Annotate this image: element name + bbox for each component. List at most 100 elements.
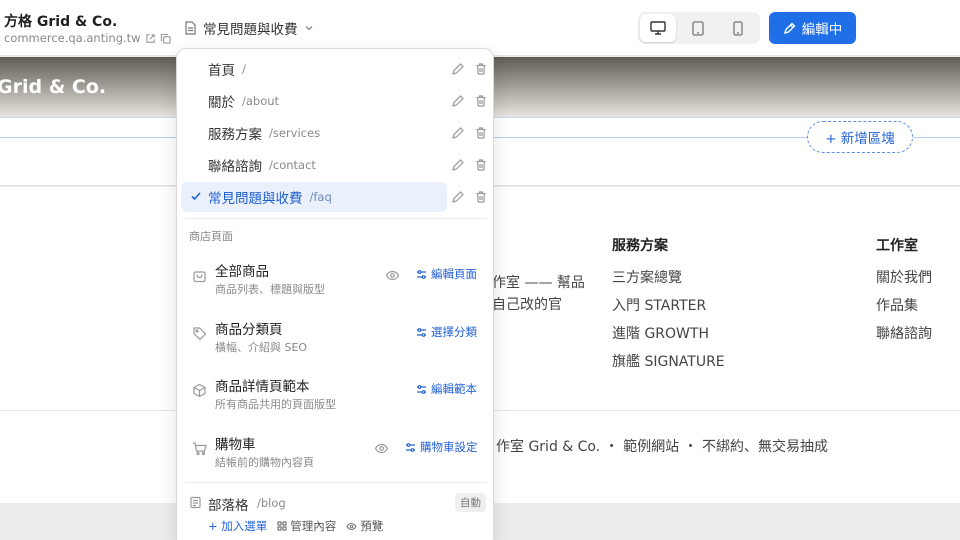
device-switcher <box>638 12 760 44</box>
footer-link-about[interactable]: 關於我們 <box>876 267 932 287</box>
add-block-button[interactable]: + 新增區塊 <box>807 121 913 153</box>
editing-label[interactable]: 編輯中 <box>802 18 843 38</box>
shop-item-subtitle: 結帳前的購物內容頁 <box>215 456 314 469</box>
desktop-icon <box>650 21 666 35</box>
menu-page-services[interactable]: 服務方案 /services <box>181 118 447 148</box>
tag-icon <box>192 326 207 341</box>
current-page-label[interactable]: 常見問題與收費 <box>203 18 298 38</box>
site-url-text[interactable]: commerce.qa.anting.tw <box>4 31 141 45</box>
menu-page-about[interactable]: 關於 /about <box>181 86 447 116</box>
shop-section-label: 商店頁面 <box>189 230 233 243</box>
eye-icon <box>346 522 357 530</box>
tablet-view-button[interactable] <box>680 14 716 42</box>
sliders-icon <box>417 269 426 279</box>
blog-slug: /blog <box>257 496 286 510</box>
footer-studio-title: 工作室 <box>876 238 918 254</box>
footer-link-portfolio[interactable]: 作品集 <box>876 295 918 315</box>
shopping-bag-icon <box>192 268 207 283</box>
menu-page-slug: /about <box>242 94 280 108</box>
edit-page-pencil-icon[interactable] <box>451 94 465 108</box>
blog-list-icon <box>189 496 202 509</box>
check-icon <box>190 190 202 202</box>
delete-page-trash-icon[interactable] <box>474 126 488 140</box>
menu-divider <box>185 218 487 219</box>
footer-link-contact[interactable]: 聯絡諮詢 <box>876 323 932 343</box>
copy-icon[interactable] <box>160 33 171 44</box>
shop-item-link-label[interactable]: 購物車設定 <box>420 439 478 455</box>
sliders-icon <box>406 442 415 452</box>
delete-page-trash-icon[interactable] <box>474 190 488 204</box>
edit-page-pencil-icon[interactable] <box>451 158 465 172</box>
menu-page-slug: /contact <box>269 158 316 172</box>
preview-label[interactable]: 預覽 <box>360 518 383 534</box>
shop-item-title: 購物車 <box>215 437 256 453</box>
blog-actions: + 加入選單 管理內容 預覽 <box>208 518 383 534</box>
grid-icon <box>277 521 287 531</box>
shop-item-link-label[interactable]: 選擇分類 <box>431 324 477 340</box>
cart-settings-link[interactable]: 購物車設定 <box>405 439 478 455</box>
delete-page-trash-icon[interactable] <box>474 62 488 76</box>
menu-page-faq[interactable]: 常見問題與收費 /faq <box>181 182 447 212</box>
editing-button[interactable]: 編輯中 <box>769 12 856 44</box>
shop-item-cart[interactable]: 購物車 結帳前的購物內容頁 購物車設定 <box>189 431 489 475</box>
page-picker[interactable]: 常見問題與收費 <box>184 18 314 38</box>
menu-page-slug: /faq <box>309 190 332 204</box>
cart-icon <box>192 441 207 456</box>
shop-item-title: 全部商品 <box>215 264 269 280</box>
manage-content-label[interactable]: 管理內容 <box>290 518 336 534</box>
shop-item-title: 商品詳情頁範本 <box>215 379 310 395</box>
select-category-link[interactable]: 選擇分類 <box>416 324 477 340</box>
delete-page-trash-icon[interactable] <box>474 94 488 108</box>
shop-item-subtitle: 橫幅、介紹與 SEO <box>215 341 308 354</box>
footer-link-overview[interactable]: 三方案總覽 <box>612 267 682 287</box>
site-url[interactable]: commerce.qa.anting.tw <box>4 31 171 45</box>
footer-desc-line2: 自己改的官 <box>492 297 562 313</box>
menu-page-label: 聯絡諮詢 <box>208 159 262 175</box>
edit-page-pencil-icon[interactable] <box>451 62 465 76</box>
add-to-menu-link[interactable]: + 加入選單 <box>208 518 267 534</box>
sliders-icon <box>417 327 426 337</box>
menu-page-contact[interactable]: 聯絡諮詢 /contact <box>181 150 447 180</box>
shop-item-subtitle: 所有商品共用的頁面版型 <box>215 398 336 411</box>
external-link-icon[interactable] <box>145 33 156 44</box>
eye-icon[interactable] <box>385 268 400 283</box>
page-icon <box>184 21 197 35</box>
eye-icon[interactable] <box>374 441 389 456</box>
menu-page-label: 服務方案 <box>208 127 262 143</box>
shop-item-all-products[interactable]: 全部商品 商品列表、標題與版型 編輯頁面 <box>189 258 489 302</box>
menu-page-label: 首頁 <box>208 63 235 79</box>
footer-link-starter[interactable]: 入門 STARTER <box>612 295 706 315</box>
tablet-icon <box>692 20 704 36</box>
blog-title: 部落格 <box>208 498 249 514</box>
footer-services-title: 服務方案 <box>612 238 668 254</box>
edit-page-pencil-icon[interactable] <box>451 126 465 140</box>
footer-link-signature[interactable]: 旗艦 SIGNATURE <box>612 351 725 371</box>
shop-item-link-label[interactable]: 編輯頁面 <box>431 266 477 282</box>
menu-page-label: 常見問題與收費 <box>208 191 303 207</box>
shop-item-title: 商品分類頁 <box>215 322 283 338</box>
shop-item-subtitle: 商品列表、標題與版型 <box>215 283 325 296</box>
package-icon <box>192 383 207 398</box>
desktop-view-button[interactable] <box>640 14 676 42</box>
menu-page-home[interactable]: 首頁 / <box>181 54 447 84</box>
blog-row[interactable]: 部落格 /blog 自動 + 加入選單 管理內容 預覽 <box>189 491 489 540</box>
manage-content-link[interactable]: 管理內容 <box>277 518 336 534</box>
edit-page-link[interactable]: 編輯頁面 <box>416 266 477 282</box>
shop-item-category[interactable]: 商品分類頁 橫幅、介紹與 SEO 選擇分類 <box>189 316 489 360</box>
edit-page-pencil-icon[interactable] <box>451 190 465 204</box>
footer-description: 作室 —— 幫品 自己改的官 <box>492 272 585 316</box>
sliders-icon <box>417 384 426 394</box>
preview-link[interactable]: 預覽 <box>346 518 383 534</box>
shop-item-link-label[interactable]: 編輯範本 <box>431 381 477 397</box>
delete-page-trash-icon[interactable] <box>474 158 488 172</box>
footer-copyright: 作室 Grid & Co. ・ 範例網站 ・ 不綁約、無交易抽成 <box>496 439 828 455</box>
footer-link-growth[interactable]: 進階 GROWTH <box>612 323 709 343</box>
footer-desc-line1: 作室 —— 幫品 <box>492 275 585 291</box>
mobile-icon <box>733 20 743 36</box>
auto-badge: 自動 <box>455 493 486 512</box>
chevron-down-icon[interactable] <box>304 23 314 33</box>
shop-item-product-template[interactable]: 商品詳情頁範本 所有商品共用的頁面版型 編輯範本 <box>189 373 489 417</box>
edit-template-link[interactable]: 編輯範本 <box>416 381 477 397</box>
mobile-view-button[interactable] <box>720 14 756 42</box>
page-menu-dropdown: 首頁 / 關於 /about 服務方案 /services 聯絡諮詢 /cont… <box>176 48 494 540</box>
